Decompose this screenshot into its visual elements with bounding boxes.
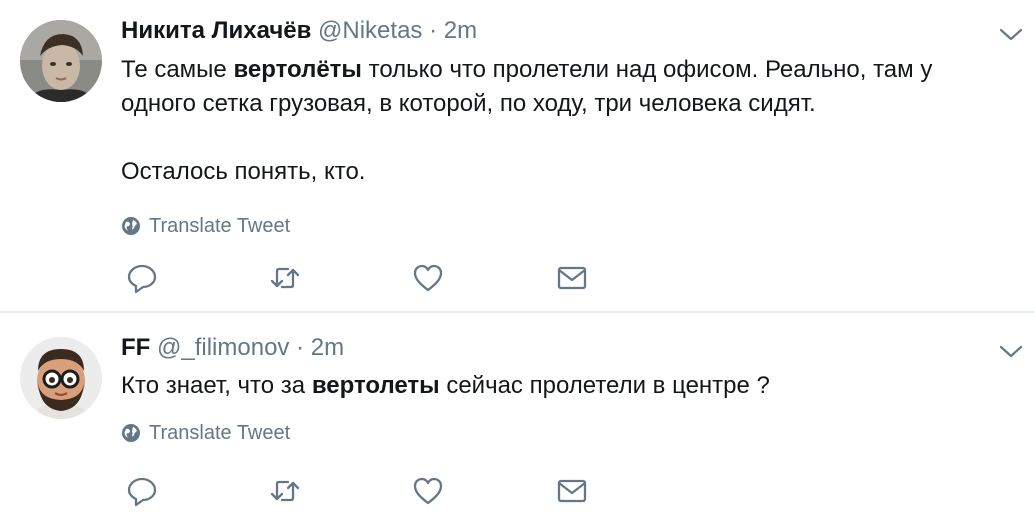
author-name[interactable]: FF xyxy=(121,334,150,361)
timestamp[interactable]: 2m xyxy=(444,17,477,44)
tweet-header: FF @_filimonov · 2m xyxy=(121,334,344,362)
text-segment: Те самые xyxy=(121,56,234,83)
tweet[interactable]: FF @_filimonov · 2m Кто знает, что за ве… xyxy=(0,313,1034,522)
separator: · xyxy=(429,17,438,44)
reply-icon[interactable] xyxy=(126,262,158,294)
user-photo xyxy=(20,20,102,102)
avatar[interactable] xyxy=(20,337,102,419)
translate-tweet-link[interactable]: Translate Tweet xyxy=(121,421,290,445)
hashtag-bold: вертолёты xyxy=(233,56,362,83)
like-icon[interactable] xyxy=(412,262,444,294)
tweet-text: Те самые вертолёты только что пролетели … xyxy=(121,53,1001,189)
timestamp[interactable]: 2m xyxy=(311,334,344,361)
memoji-avatar xyxy=(20,337,102,419)
translate-label: Translate Tweet xyxy=(149,215,291,237)
globe-icon xyxy=(122,217,140,235)
text-segment: Кто знает, что за xyxy=(121,372,312,399)
like-icon[interactable] xyxy=(412,475,444,507)
translate-tweet-link[interactable]: Translate Tweet xyxy=(121,214,290,238)
tweet-text: Кто знает, что за вертолеты сейчас проле… xyxy=(121,369,1001,403)
tweet-paragraph: Осталось понять, кто. xyxy=(121,158,366,185)
tweet-paragraph: Кто знает, что за вертолеты сейчас проле… xyxy=(121,369,1001,403)
direct-message-icon[interactable] xyxy=(556,475,588,507)
tweet-actions xyxy=(126,475,606,507)
text-segment: сейчас пролетели в центре ? xyxy=(439,372,770,399)
chevron-down-icon[interactable] xyxy=(998,343,1024,361)
reply-icon[interactable] xyxy=(126,475,158,507)
direct-message-icon[interactable] xyxy=(556,262,588,294)
retweet-icon[interactable] xyxy=(269,475,301,507)
globe-icon xyxy=(122,424,140,442)
hashtag-bold: вертолеты xyxy=(311,372,440,399)
author-handle[interactable]: @_filimonov xyxy=(157,334,289,361)
translate-label: Translate Tweet xyxy=(149,422,291,444)
tweet-paragraph: Те самые вертолёты только что пролетели … xyxy=(121,53,1001,121)
separator: · xyxy=(296,334,305,361)
author-name[interactable]: Никита Лихачёв xyxy=(121,17,311,44)
tweet-header: Никита Лихачёв @Niketas · 2m xyxy=(121,17,477,45)
avatar[interactable] xyxy=(20,20,102,102)
chevron-down-icon[interactable] xyxy=(998,26,1024,44)
tweet-actions xyxy=(126,262,606,294)
tweet[interactable]: Никита Лихачёв @Niketas · 2m Те самые ве… xyxy=(0,0,1034,313)
author-handle[interactable]: @Niketas xyxy=(318,17,422,44)
retweet-icon[interactable] xyxy=(269,262,301,294)
